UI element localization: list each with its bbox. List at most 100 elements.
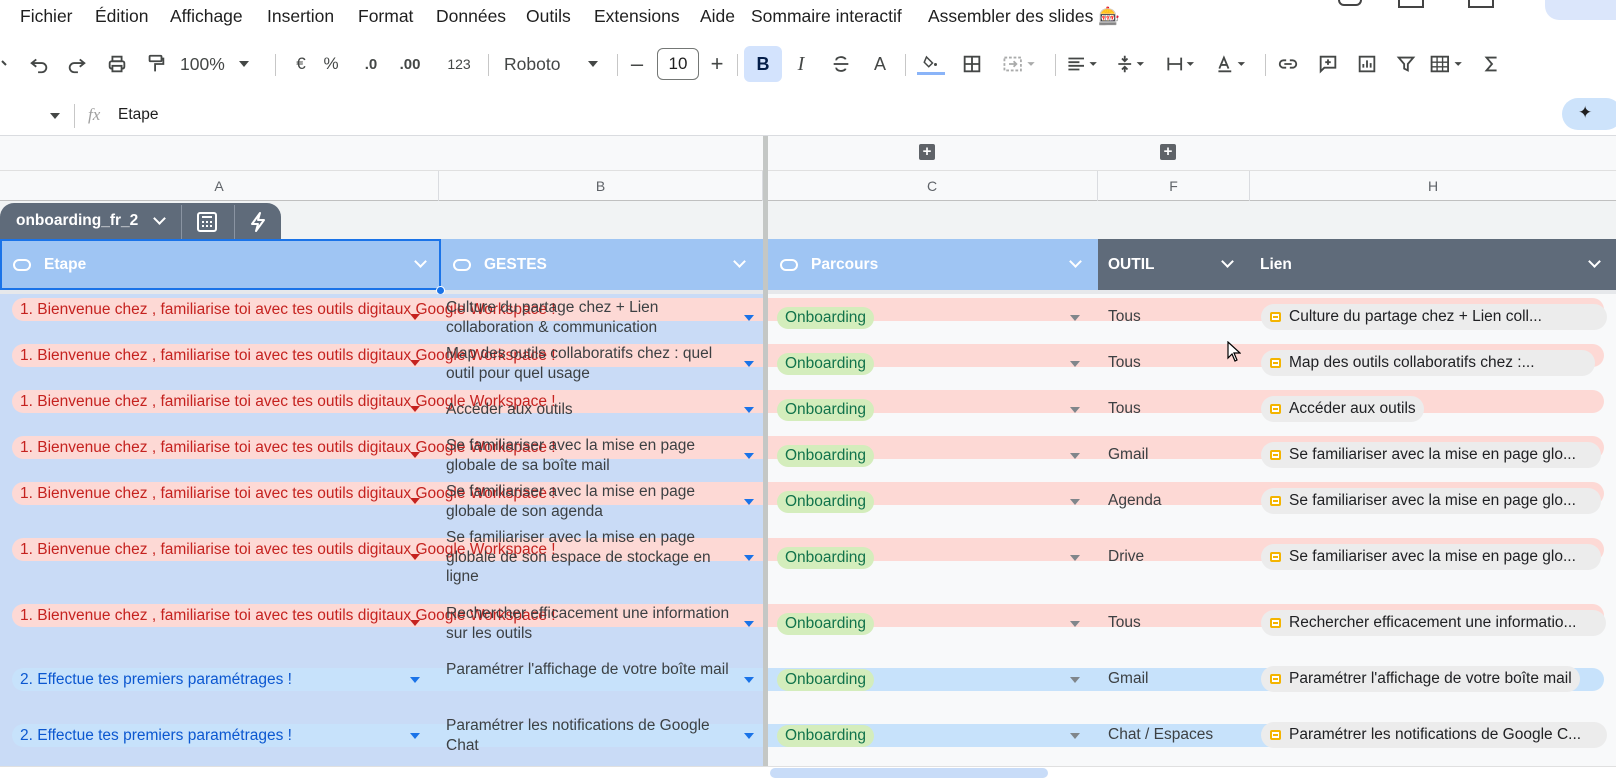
gestes-cell[interactable]: Culture du partage chez + Lien collabora… (446, 298, 731, 337)
chevron-down-icon[interactable] (414, 255, 427, 268)
menu-item-insertion[interactable]: Insertion (267, 6, 334, 27)
dropdown-arrow-icon[interactable] (744, 499, 754, 505)
menu-item-extensions[interactable]: Extensions (594, 6, 680, 27)
chevron-down-icon[interactable] (1069, 255, 1082, 268)
header-outil[interactable]: OUTIL (1098, 239, 1250, 290)
dropdown-arrow-icon[interactable] (744, 621, 754, 627)
header-parcours[interactable]: Parcours (767, 239, 1098, 290)
percent-format-button[interactable]: % (321, 50, 341, 78)
outil-cell[interactable]: Agenda (1108, 492, 1161, 510)
dropdown-arrow-icon[interactable] (1070, 361, 1080, 367)
currency-format-button[interactable]: € (292, 50, 310, 78)
paint-format-icon[interactable] (143, 50, 169, 78)
table-name[interactable]: onboarding_fr_2 (16, 212, 138, 230)
gestes-cell[interactable]: Se familiariser avec la mise en page glo… (446, 436, 731, 475)
parcours-chip[interactable]: Onboarding (777, 491, 875, 513)
outil-cell[interactable]: Gmail (1108, 670, 1148, 688)
text-rotation-icon[interactable] (1213, 50, 1255, 78)
strikethrough-icon[interactable] (829, 50, 853, 78)
number-format-button[interactable]: 123 (444, 50, 474, 78)
link-chip[interactable]: Map des outils collaboratifs chez :... (1261, 350, 1595, 376)
dropdown-arrow-icon[interactable] (744, 361, 754, 367)
outil-cell[interactable]: Gmail (1108, 446, 1148, 464)
column-header-h[interactable]: H (1250, 171, 1616, 201)
header-etape[interactable]: Etape (0, 239, 441, 290)
insert-link-icon[interactable] (1275, 50, 1301, 78)
parcours-chip[interactable]: Onboarding (777, 725, 875, 747)
dropdown-arrow-icon[interactable] (744, 733, 754, 739)
column-header-f[interactable]: F (1098, 171, 1250, 201)
menu-item-données[interactable]: Données (436, 6, 506, 27)
gestes-cell[interactable]: Accéder aux outils (446, 400, 731, 420)
dropdown-arrow-icon[interactable] (744, 453, 754, 459)
menu-item-format[interactable]: Format (358, 6, 413, 27)
increase-font-size-button[interactable]: + (706, 50, 728, 78)
dropdown-arrow-icon[interactable] (1070, 453, 1080, 459)
header-gestes[interactable]: GESTES (441, 239, 763, 290)
dropdown-arrow-icon[interactable] (1070, 677, 1080, 683)
dropdown-arrow-icon[interactable] (410, 498, 420, 504)
meet-icon[interactable] (1468, 0, 1494, 8)
comments-icon[interactable] (1398, 0, 1424, 8)
vertical-align-icon[interactable] (1113, 50, 1153, 78)
parcours-chip[interactable]: Onboarding (777, 669, 875, 691)
link-chip[interactable]: Accéder aux outils (1261, 396, 1424, 422)
name-box-dropdown-icon[interactable] (50, 113, 60, 119)
merge-cells-icon[interactable] (999, 50, 1041, 78)
chevron-down-icon[interactable] (733, 255, 746, 268)
print-icon[interactable] (104, 50, 130, 78)
link-chip[interactable]: Culture du partage chez + Lien coll... (1261, 304, 1607, 330)
menu-item-affichage[interactable]: Affichage (170, 6, 243, 27)
dropdown-arrow-icon[interactable] (1070, 733, 1080, 739)
parcours-chip[interactable]: Onboarding (777, 307, 875, 329)
gemini-button[interactable]: ✦ (1562, 98, 1616, 130)
dropdown-arrow-icon[interactable] (744, 407, 754, 413)
link-chip[interactable]: Rechercher efficacement une informatio..… (1261, 610, 1606, 636)
decrease-font-size-button[interactable]: – (627, 50, 647, 78)
redo-icon[interactable] (64, 50, 90, 78)
parcours-chip[interactable]: Onboarding (777, 547, 875, 569)
borders-icon[interactable] (959, 50, 985, 78)
chevron-down-icon[interactable] (1221, 255, 1234, 268)
gestes-cell[interactable]: Se familiariser avec la mise en page glo… (446, 482, 731, 521)
insert-comment-icon[interactable] (1315, 50, 1341, 78)
decrease-decimal-button[interactable]: .0 (358, 50, 384, 78)
gestes-cell[interactable]: Rechercher efficacement une information … (446, 604, 731, 643)
dropdown-arrow-icon[interactable] (1070, 315, 1080, 321)
outil-cell[interactable]: Tous (1108, 614, 1141, 632)
dropdown-arrow-icon[interactable] (410, 406, 420, 412)
dropdown-arrow-icon[interactable] (744, 315, 754, 321)
menu-item-assembler-des-slides[interactable]: Assembler des slides 🎰 (928, 6, 1120, 27)
link-chip[interactable]: Paramétrer l'affichage de votre boîte ma… (1261, 666, 1580, 692)
chevron-down-icon[interactable] (153, 212, 166, 225)
filter-views-icon[interactable] (1427, 50, 1471, 78)
italic-button[interactable]: I (790, 50, 812, 78)
text-wrap-icon[interactable] (1163, 50, 1203, 78)
column-header-a[interactable]: A (0, 171, 439, 201)
undo-icon[interactable] (26, 50, 52, 78)
parcours-chip[interactable]: Onboarding (777, 399, 875, 421)
parcours-chip[interactable]: Onboarding (777, 613, 875, 635)
dropdown-arrow-icon[interactable] (410, 314, 420, 320)
gestes-cell[interactable]: Map des outils collaboratifs chez : quel… (446, 344, 731, 383)
dropdown-arrow-icon[interactable] (410, 733, 420, 739)
column-header-b[interactable]: B (439, 171, 763, 201)
history-icon[interactable] (1338, 0, 1362, 6)
filter-icon[interactable] (1393, 50, 1419, 78)
lightning-icon[interactable] (248, 211, 268, 238)
horizontal-align-icon[interactable] (1063, 50, 1105, 78)
bold-button[interactable]: B (744, 46, 782, 82)
outil-cell[interactable]: Tous (1108, 308, 1141, 326)
zoom-select[interactable]: 100% (180, 50, 260, 78)
menu-item-édition[interactable]: Édition (95, 6, 149, 27)
dropdown-arrow-icon[interactable] (1070, 555, 1080, 561)
dropdown-arrow-icon[interactable] (1070, 407, 1080, 413)
calculator-icon[interactable] (196, 211, 218, 238)
formula-input[interactable]: Etape (118, 106, 159, 124)
link-chip[interactable]: Se familiariser avec la mise en page glo… (1261, 544, 1601, 570)
dropdown-arrow-icon[interactable] (1070, 621, 1080, 627)
dropdown-arrow-icon[interactable] (410, 452, 420, 458)
expand-group-icon[interactable]: + (919, 144, 935, 160)
frozen-columns-divider[interactable] (763, 136, 768, 782)
menu-item-outils[interactable]: Outils (526, 6, 571, 27)
